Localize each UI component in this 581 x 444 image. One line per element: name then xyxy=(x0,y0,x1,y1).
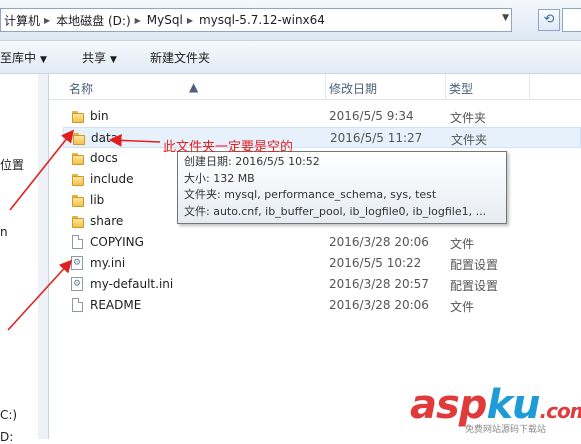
watermark-subtitle: 免费网站源码下载站 xyxy=(465,425,547,435)
annotation-text: 此文件夹一定要是空的 xyxy=(163,140,294,155)
annotation-arrows xyxy=(7,129,161,331)
annotation-arrow-myini xyxy=(7,259,73,331)
aspku-watermark: aspku.com 免费网站源码下载站 xyxy=(410,382,581,439)
watermark-part-com: .com xyxy=(539,399,581,423)
annotation-arrow-navigation xyxy=(9,129,74,211)
annotation-arrow-data xyxy=(108,134,161,147)
